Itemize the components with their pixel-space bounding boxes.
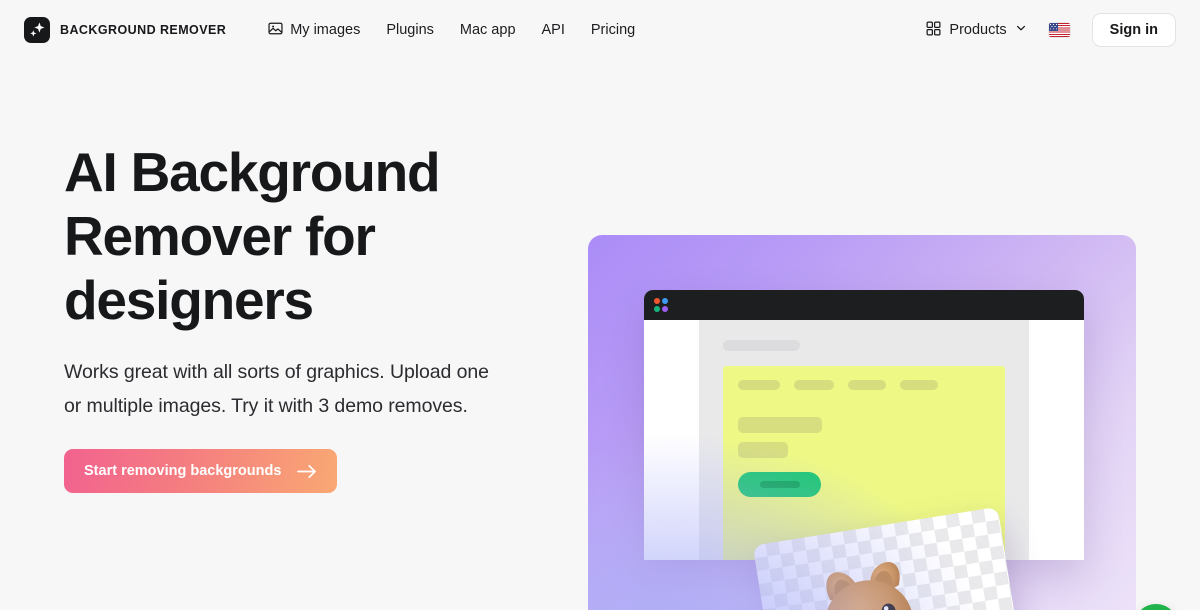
chat-launcher-button[interactable] — [1134, 604, 1178, 610]
mockup-body — [644, 320, 1084, 560]
hero-section: AI Background Remover for designers Work… — [0, 60, 1200, 610]
chevron-down-icon — [1015, 22, 1027, 38]
nav-link-label: My images — [290, 22, 361, 38]
mockup-text-placeholder — [738, 442, 788, 458]
mockup-text-placeholder — [738, 417, 822, 433]
mockup-green-button — [738, 472, 821, 497]
start-removing-backgrounds-button[interactable]: Start removing backgrounds — [64, 449, 338, 493]
nav-link-pricing[interactable]: Pricing — [591, 22, 635, 38]
sparkle-logo-icon — [24, 17, 50, 43]
mockup-nav-placeholders — [738, 380, 990, 390]
nav-links: My images Plugins Mac app API Pricing — [268, 21, 635, 40]
image-icon — [268, 21, 283, 40]
products-label: Products — [949, 22, 1007, 38]
arrow-right-icon — [297, 464, 317, 479]
design-tool-mockup-window — [644, 290, 1084, 560]
hero-subheadline: Works great with all sorts of graphics. … — [64, 361, 489, 417]
flag-canton — [1048, 23, 1059, 31]
us-flag-icon[interactable] — [1048, 23, 1070, 37]
mockup-canvas — [699, 320, 1029, 560]
mockup-canvas-chip — [723, 340, 800, 351]
cta-label: Start removing backgrounds — [84, 463, 282, 479]
top-navigation-bar: BACKGROUND REMOVER My images Plugins Mac… — [0, 0, 1200, 60]
nav-link-label: Mac app — [459, 22, 516, 38]
nav-link-my-images[interactable]: My images — [268, 21, 360, 40]
nav-right-group: Products Sign in — [926, 13, 1176, 47]
nav-link-label: Pricing — [590, 22, 636, 38]
transparent-background-photo-card — [752, 506, 1028, 610]
mockup-left-rail — [644, 320, 699, 560]
mockup-right-rail — [1029, 320, 1084, 560]
nav-link-label: API — [541, 22, 565, 38]
page-title: AI Background Remover for designers — [64, 141, 441, 331]
hero-illustration — [588, 235, 1136, 610]
figma-dots-icon — [654, 298, 668, 312]
pomeranian-dog-image — [825, 562, 914, 610]
hero-copy: AI Background Remover for designers Work… — [64, 140, 534, 493]
mockup-titlebar — [644, 290, 1084, 320]
nav-link-mac-app[interactable]: Mac app — [460, 22, 516, 38]
mockup-yellow-panel — [723, 366, 1005, 560]
nav-link-plugins[interactable]: Plugins — [386, 22, 434, 38]
products-menu-button[interactable]: Products — [926, 21, 1026, 40]
brand-name: BACKGROUND REMOVER — [60, 23, 227, 37]
grid-icon — [926, 21, 941, 40]
brand-logo[interactable]: BACKGROUND REMOVER — [24, 17, 226, 43]
nav-link-label: Plugins — [386, 22, 434, 38]
nav-link-api[interactable]: API — [542, 22, 565, 38]
sign-in-button[interactable]: Sign in — [1091, 13, 1176, 47]
